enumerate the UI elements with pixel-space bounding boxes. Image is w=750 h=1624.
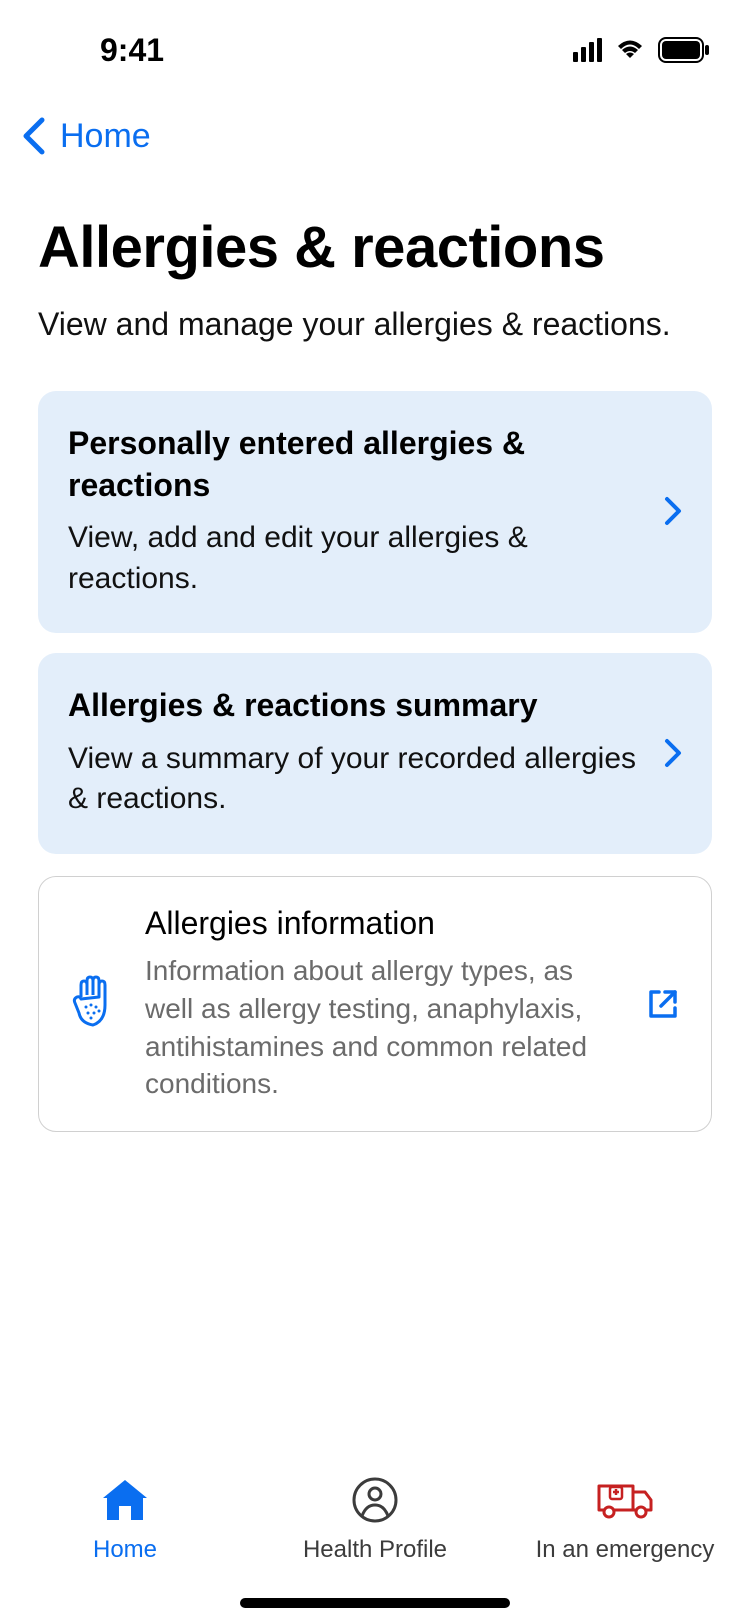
hand-allergy-icon [69, 973, 117, 1031]
info-card-desc: Information about allergy types, as well… [145, 952, 617, 1103]
main-content: Allergies & reactions View and manage yo… [0, 172, 750, 1464]
card-personally-entered[interactable]: Personally entered allergies & reactions… [38, 391, 712, 633]
tab-label: In an emergency [536, 1536, 715, 1564]
home-icon [99, 1476, 151, 1524]
tab-home[interactable]: Home [1, 1474, 249, 1564]
profile-icon [352, 1477, 398, 1523]
card-title: Allergies & reactions summary [68, 685, 644, 727]
back-label: Home [60, 117, 151, 156]
card-summary[interactable]: Allergies & reactions summary View a sum… [38, 653, 712, 854]
tab-emergency[interactable]: In an emergency [501, 1474, 749, 1564]
tab-label: Home [93, 1536, 157, 1564]
card-desc: View a summary of your recorded allergie… [68, 739, 644, 820]
back-button[interactable]: Home [0, 100, 750, 172]
card-title: Personally entered allergies & reactions [68, 423, 644, 506]
battery-icon [658, 37, 710, 63]
card-allergies-information[interactable]: Allergies information Information about … [38, 876, 712, 1132]
card-desc: View, add and edit your allergies & reac… [68, 518, 644, 599]
chevron-right-icon [664, 496, 682, 526]
status-bar: 9:41 [0, 0, 750, 100]
status-time: 9:41 [0, 32, 164, 69]
chevron-left-icon [20, 116, 48, 156]
cellular-signal-icon [573, 38, 602, 62]
page-subtitle: View and manage your allergies & reactio… [38, 303, 712, 346]
tab-health-profile[interactable]: Health Profile [251, 1474, 499, 1564]
ambulance-icon [595, 1478, 655, 1522]
status-icons-group [573, 37, 710, 63]
home-indicator[interactable] [240, 1598, 510, 1608]
external-link-icon [645, 986, 681, 1022]
wifi-icon [614, 38, 646, 62]
chevron-right-icon [664, 738, 682, 768]
info-card-title: Allergies information [145, 905, 617, 942]
page-title: Allergies & reactions [38, 214, 712, 281]
tab-label: Health Profile [303, 1536, 447, 1564]
